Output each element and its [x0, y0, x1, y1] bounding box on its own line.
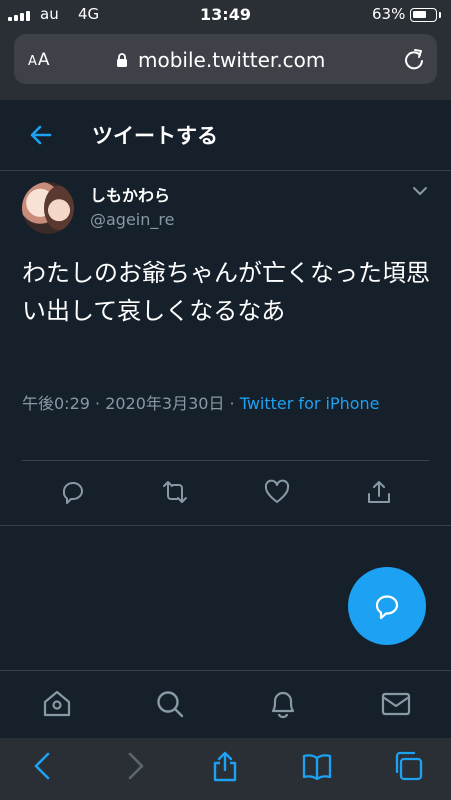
compose-message-button[interactable] [348, 567, 426, 645]
notifications-icon[interactable] [267, 688, 299, 720]
tweet-text: わたしのお爺ちゃんが亡くなった頃思い出して哀しくなるなあ [22, 259, 430, 325]
display-name[interactable]: しもかわら [90, 182, 170, 206]
tweet-timestamp: 午後0:29 · 2020年3月30日 · [22, 394, 240, 413]
share-icon[interactable] [365, 478, 393, 506]
page-title: ツイートする [92, 124, 218, 148]
avatar[interactable] [22, 182, 74, 234]
text-size-large: A [37, 50, 51, 70]
search-icon[interactable] [154, 688, 186, 720]
tweet-meta: 午後0:29 · 2020年3月30日 · Twitter for iPhone [22, 390, 422, 418]
reload-icon[interactable] [403, 47, 425, 71]
tweet-source-link[interactable]: Twitter for iPhone [240, 394, 380, 413]
lock-icon [117, 53, 127, 67]
battery-percent: 63% [372, 5, 406, 23]
back-icon[interactable] [28, 750, 60, 782]
reply-icon[interactable] [59, 478, 87, 506]
forward-icon[interactable] [118, 750, 150, 782]
battery-tip [439, 12, 441, 18]
tabs-icon[interactable] [392, 750, 424, 782]
text-size-small: A [28, 54, 38, 69]
url-text[interactable]: mobile.twitter.com [138, 48, 325, 72]
user-handle[interactable]: @agein_re [90, 210, 174, 229]
share-icon[interactable] [209, 750, 241, 782]
like-icon[interactable] [263, 478, 291, 506]
retweet-icon[interactable] [161, 478, 189, 506]
page-header [0, 100, 451, 171]
chevron-down-icon[interactable] [412, 184, 428, 198]
compose-message-icon [375, 595, 399, 620]
battery-icon [410, 8, 437, 22]
text-size-button[interactable]: AA [28, 50, 51, 70]
tweet-actions [0, 470, 451, 518]
messages-icon[interactable] [380, 688, 412, 720]
divider [22, 460, 429, 461]
arrow-left-icon[interactable] [28, 122, 54, 148]
bookmarks-icon[interactable] [301, 750, 333, 782]
divider [0, 525, 451, 526]
home-icon[interactable] [41, 688, 73, 720]
